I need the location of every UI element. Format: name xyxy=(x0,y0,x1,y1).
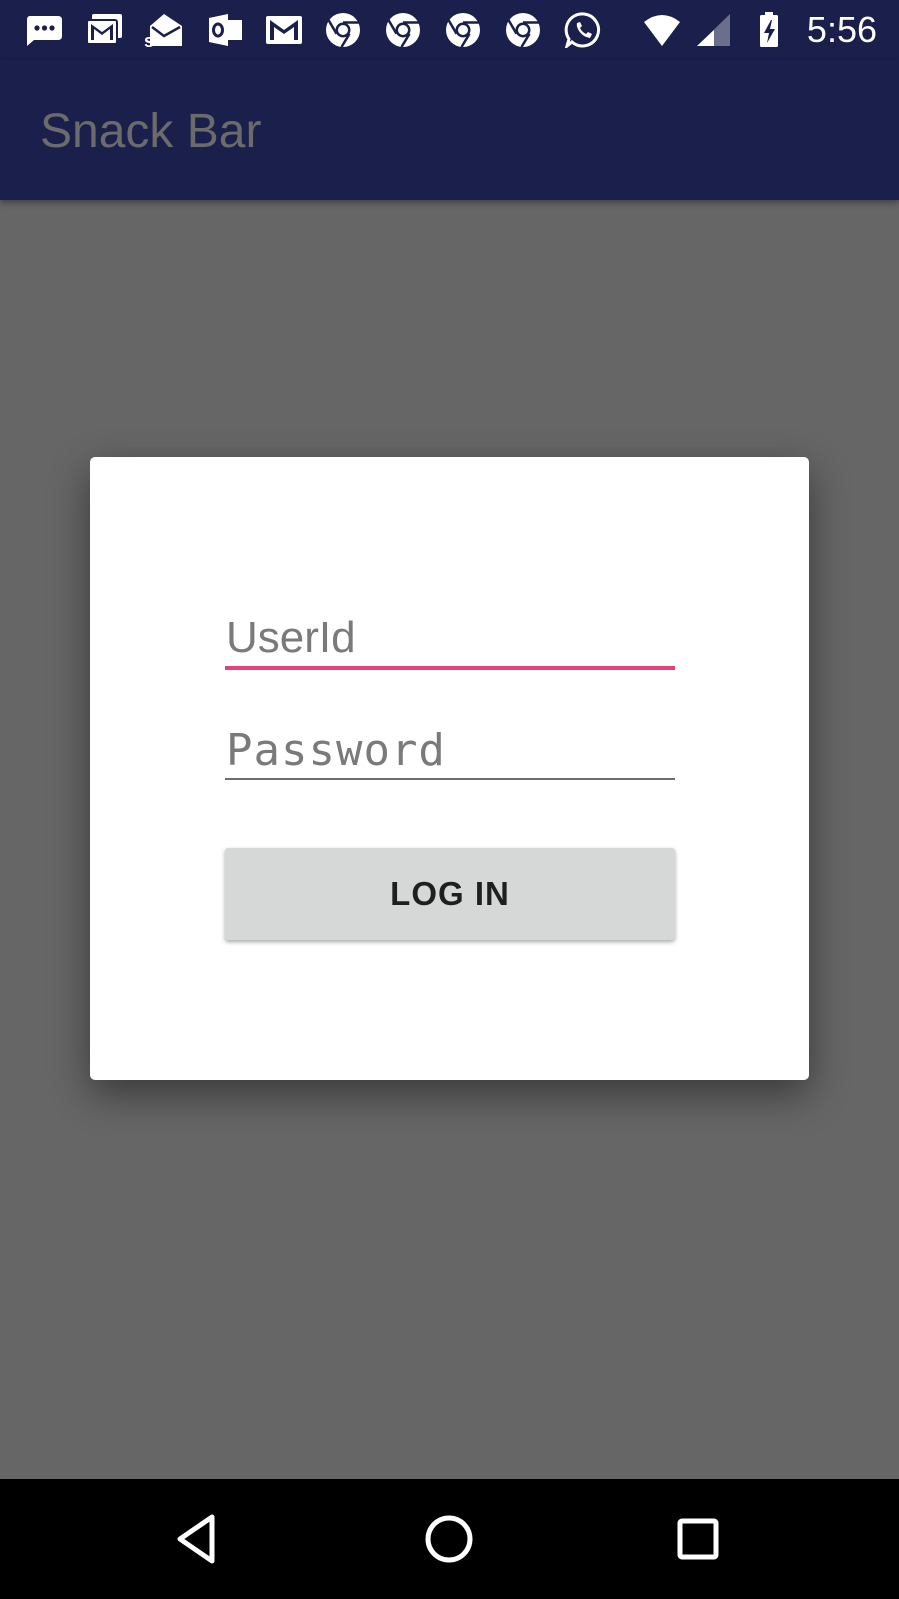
home-icon[interactable] xyxy=(419,1509,479,1569)
recents-icon[interactable] xyxy=(668,1509,728,1569)
svg-text:s: s xyxy=(144,31,154,48)
login-dialog: UserId Password LOG IN xyxy=(90,457,809,1080)
userid-placeholder: UserId xyxy=(226,613,356,662)
mail-open-icon: s xyxy=(144,14,182,48)
back-icon[interactable] xyxy=(170,1509,230,1569)
status-time: 5:56 xyxy=(806,9,877,50)
whatsapp-icon xyxy=(564,12,600,48)
app-title: Snack Bar xyxy=(40,105,262,158)
wifi-icon xyxy=(644,15,680,46)
app-bar: Snack Bar xyxy=(0,60,899,200)
chrome-icon xyxy=(506,13,540,48)
userid-field[interactable]: UserId xyxy=(225,615,675,671)
gmail-icon xyxy=(266,16,302,44)
gmail-icon xyxy=(86,14,122,45)
password-placeholder: Password xyxy=(226,725,446,776)
chrome-icon xyxy=(446,13,480,48)
cell-signal-icon xyxy=(697,14,730,46)
userid-underline xyxy=(225,666,675,670)
chrome-icon xyxy=(386,13,420,48)
login-button-label: LOG IN xyxy=(390,875,510,912)
messages-icon xyxy=(27,16,62,46)
battery-charging-icon xyxy=(760,12,778,47)
outlook-icon xyxy=(209,14,242,46)
navigation-bar xyxy=(0,1479,899,1599)
login-button[interactable]: LOG IN xyxy=(225,848,675,940)
status-bar: s 5:56 xyxy=(0,0,899,60)
password-field[interactable]: Password xyxy=(225,727,675,783)
password-underline xyxy=(225,778,675,780)
chrome-icon xyxy=(326,13,360,48)
